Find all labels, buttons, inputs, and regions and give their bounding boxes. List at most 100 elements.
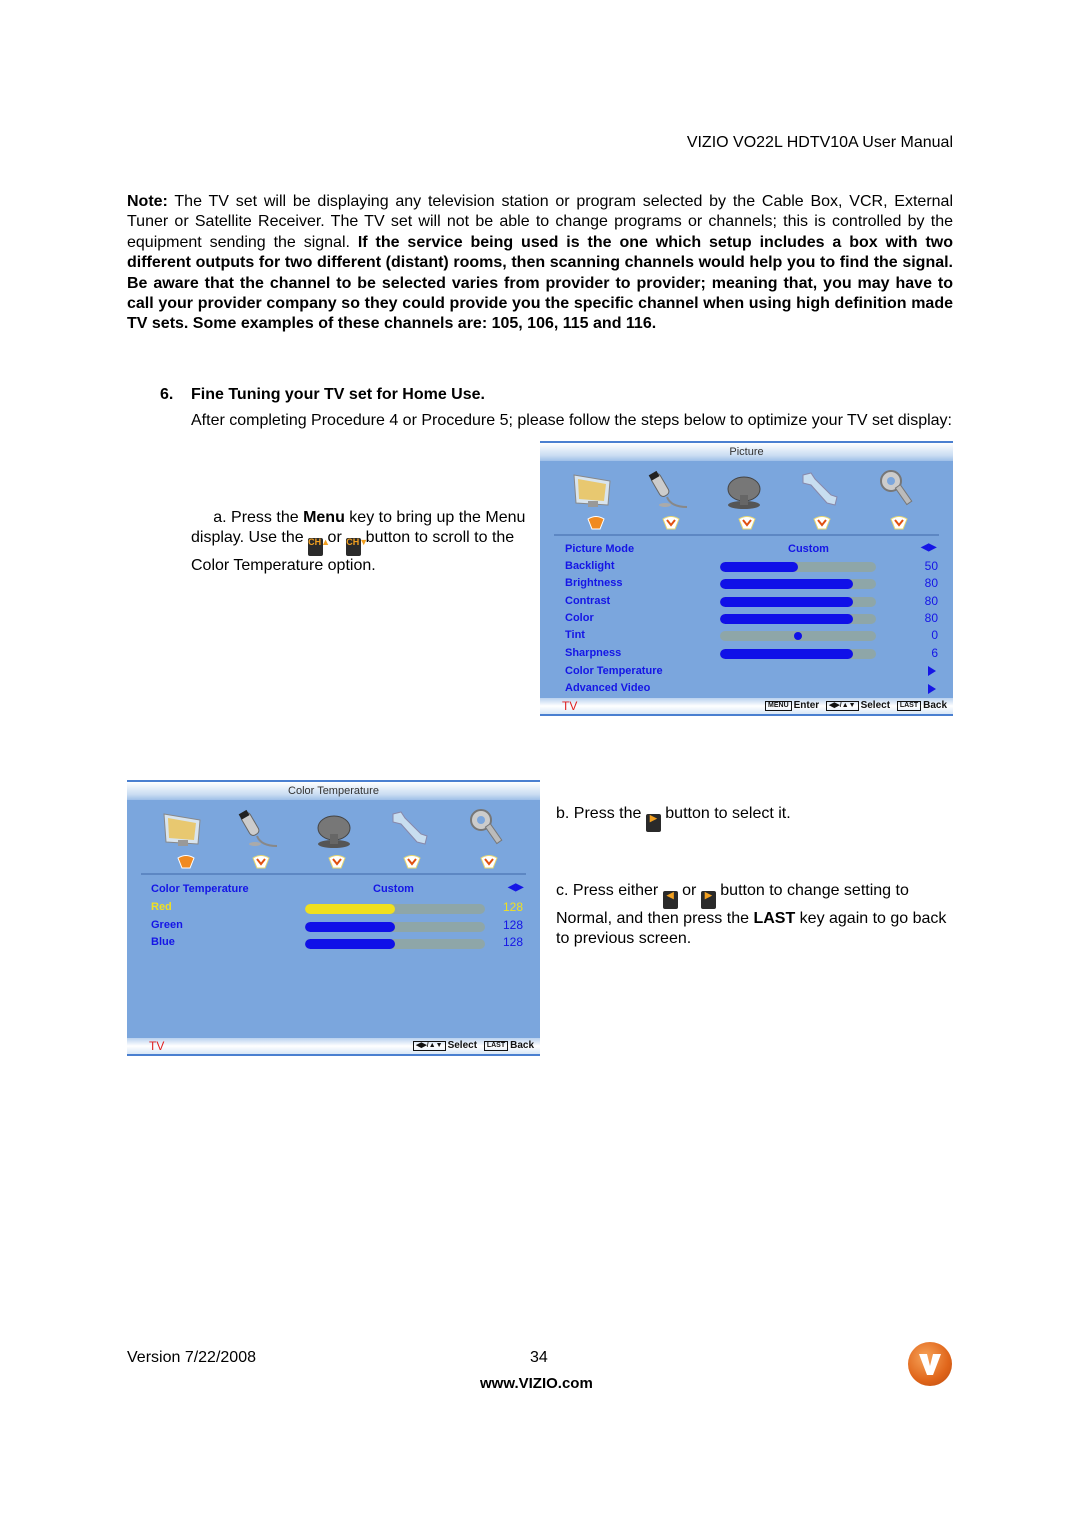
osd-help: ◀▶/▲▼ Select LAST Back — [409, 1038, 534, 1054]
tab-setup-icon[interactable] — [403, 855, 421, 869]
color-slider-red[interactable] — [305, 904, 485, 914]
slider-fill — [720, 648, 853, 659]
step-a: a. Press the Menu key to bring up the Me… — [191, 508, 531, 577]
setting-label-brightness[interactable]: Brightness — [565, 577, 622, 589]
step-c-or: or — [677, 882, 701, 899]
setting-value-contrast: 80 — [924, 593, 938, 608]
setting-value-color: 80 — [924, 610, 938, 625]
picture-menu-osd: Picture Picture Mode Custom ◀▶ Backlight… — [540, 441, 953, 716]
parental-key-icon — [470, 809, 503, 845]
color-label-blue[interactable]: Blue — [151, 936, 175, 948]
tv-satellite-dish-icon — [317, 815, 351, 848]
color-temperature-mode-value[interactable]: Custom — [373, 883, 414, 895]
setting-label-backlight[interactable]: Backlight — [565, 560, 615, 572]
tab-picture-icon[interactable] — [177, 855, 195, 869]
color-label-red[interactable]: Red — [151, 901, 172, 913]
menu-key-label: Menu — [303, 509, 345, 526]
picture-mode-value[interactable]: Custom — [788, 543, 829, 555]
step-c-text: c. Press either — [556, 882, 663, 899]
setting-slider-backlight[interactable] — [720, 562, 876, 572]
step-a-or: or — [323, 529, 347, 547]
section-title: 6. Fine Tuning your TV set for Home Use. — [160, 386, 485, 404]
step-a-text: a. Press the — [213, 509, 304, 526]
setup-wrench-icon — [392, 811, 428, 845]
submenu-arrow-icon — [928, 684, 936, 694]
setting-label-tint[interactable]: Tint — [565, 629, 585, 641]
setting-label-contrast[interactable]: Contrast — [565, 595, 610, 607]
picture-monitor-icon — [573, 474, 611, 507]
osd-title: Color Temperature — [127, 782, 540, 800]
picture-monitor-icon — [163, 813, 201, 846]
note-paragraph: Note: The TV set will be displaying any … — [127, 192, 953, 335]
slider-fill — [305, 921, 395, 932]
setting-value-sharpness: 6 — [931, 645, 938, 660]
last-key-icon: LAST — [896, 701, 922, 711]
setting-label-color[interactable]: Color — [565, 612, 594, 624]
section-number: 6. — [160, 386, 174, 403]
osd-footer: TV ◀▶/▲▼ Select LAST Back — [127, 1038, 540, 1056]
footer-url[interactable]: www.VIZIO.com — [480, 1375, 593, 1392]
left-right-arrows-icon: ◀▶ — [921, 542, 937, 553]
slider-fill — [305, 939, 395, 949]
last-key-label: LAST — [753, 910, 796, 927]
tab-audio-icon[interactable] — [252, 855, 270, 869]
osd-divider — [554, 534, 939, 536]
slider-knob[interactable] — [794, 632, 802, 641]
tab-tv-icon[interactable] — [328, 855, 346, 869]
nav-keys-icon: ◀▶/▲▼ — [825, 701, 859, 711]
color-temperature-mode-label[interactable]: Color Temperature — [151, 883, 249, 895]
last-key-icon: LAST — [483, 1041, 509, 1051]
tab-parental-icon[interactable] — [480, 855, 498, 869]
channel-down-button-icon: CH▼ — [346, 538, 368, 557]
color-slider-blue[interactable] — [305, 939, 485, 949]
input-source-label: TV — [149, 1039, 165, 1053]
color-slider-green[interactable] — [305, 921, 485, 932]
section-title-text: Fine Tuning your TV set for Home Use. — [191, 386, 485, 403]
setting-slider-contrast[interactable] — [720, 596, 876, 607]
tab-parental-icon[interactable] — [890, 516, 908, 530]
color-temperature-osd: Color Temperature Color Temperature Cust… — [127, 780, 540, 1056]
audio-microphone-icon — [648, 470, 688, 508]
picture-mode-label[interactable]: Picture Mode — [565, 543, 634, 555]
slider-fill — [720, 613, 853, 624]
step-c: c. Press either ◀ or ▶ button to change … — [556, 881, 956, 950]
page-number: 34 — [530, 1349, 548, 1366]
note-label: Note: — [127, 193, 168, 210]
tab-picture-icon[interactable] — [587, 516, 605, 530]
slider-fill — [305, 904, 395, 914]
tab-audio-icon[interactable] — [662, 516, 680, 530]
menu-item-color-temperature[interactable]: Color Temperature — [565, 665, 663, 677]
osd-title: Picture — [540, 443, 953, 461]
osd-footer: TV MENU Enter ◀▶/▲▼ Select LAST Back — [540, 698, 953, 716]
color-label-green[interactable]: Green — [151, 919, 183, 931]
slider-fill — [720, 562, 798, 572]
menu-item-advanced-video[interactable]: Advanced Video — [565, 682, 650, 694]
tab-setup-icon[interactable] — [813, 516, 831, 530]
setting-value-tint: 0 — [931, 628, 938, 643]
setting-slider-sharpness[interactable] — [720, 648, 876, 659]
setting-slider-color[interactable] — [720, 613, 876, 624]
step-b-text: b. Press the — [556, 805, 646, 822]
setting-value-backlight: 50 — [924, 559, 938, 573]
back-hint: Back — [923, 700, 947, 711]
nav-keys-icon: ◀▶/▲▼ — [412, 1041, 446, 1051]
select-hint: Select — [860, 700, 891, 711]
select-hint: Select — [447, 1040, 478, 1051]
osd-icon-row — [127, 800, 540, 875]
menu-key-icon: MENU — [765, 701, 792, 711]
tv-satellite-dish-icon — [727, 476, 761, 509]
setting-slider-brightness[interactable] — [720, 579, 876, 590]
parental-key-icon — [880, 470, 913, 506]
enter-hint: Enter — [793, 700, 820, 711]
back-hint: Back — [510, 1040, 534, 1051]
setup-wrench-icon — [802, 472, 838, 506]
right-volume-button-icon: ▶ — [700, 891, 716, 909]
right-volume-button-icon: ▶ — [645, 814, 661, 832]
setting-label-sharpness[interactable]: Sharpness — [565, 647, 621, 659]
left-volume-button-icon: ◀ — [662, 891, 678, 909]
step-b-text-2: button to select it. — [660, 805, 791, 822]
color-value-green: 128 — [502, 917, 523, 932]
slider-fill — [720, 596, 853, 607]
tab-tv-icon[interactable] — [738, 516, 756, 530]
setting-slider-tint[interactable] — [720, 631, 876, 642]
